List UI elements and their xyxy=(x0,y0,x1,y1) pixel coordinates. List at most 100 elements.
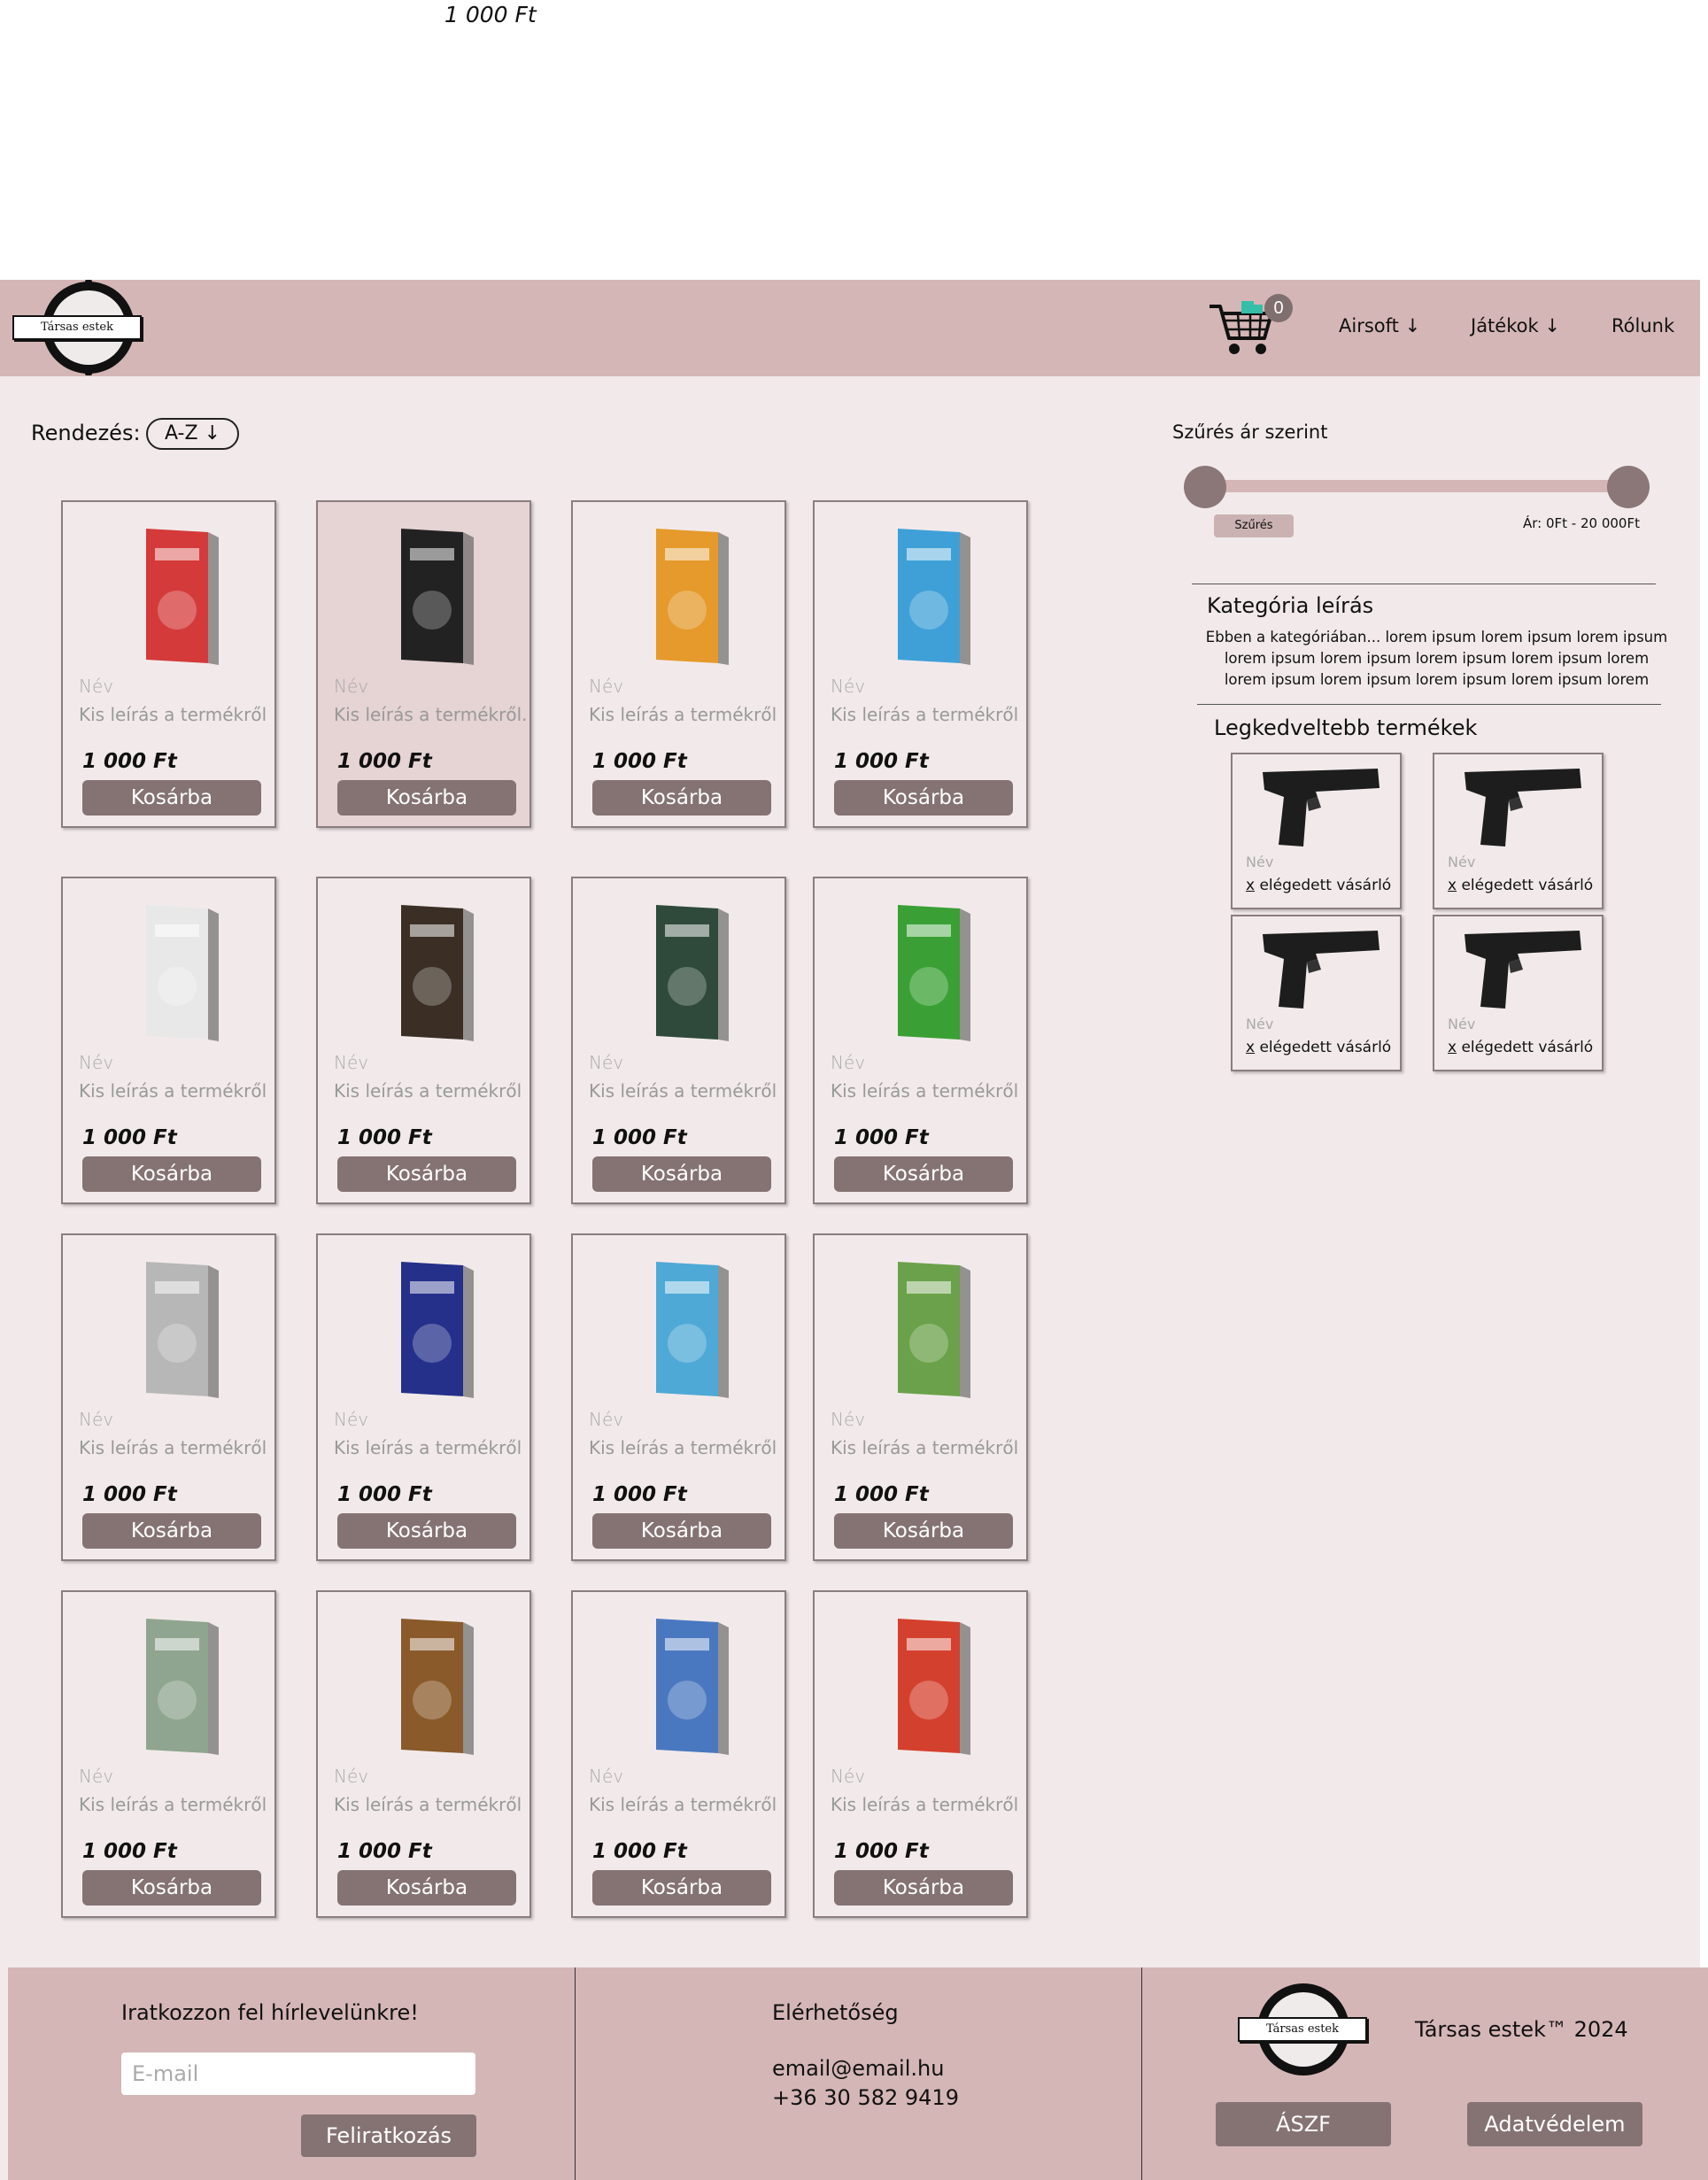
add-to-cart-button[interactable]: Kosárba xyxy=(337,780,516,816)
add-to-cart-button[interactable]: Kosárba xyxy=(592,780,771,816)
product-card[interactable]: Név Kis leírás a termékről 1 000 Ft Kosárba xyxy=(571,1233,786,1561)
product-card[interactable]: Név Kis leírás a termékről 1 000 Ft Kosárba xyxy=(571,877,786,1204)
popular-product-name: Név xyxy=(1448,854,1476,870)
product-card[interactable]: Név Kis leírás a termékről 1 000 Ft Kosárba xyxy=(61,877,276,1204)
satisfied-label: elégedett vásárló xyxy=(1255,1039,1392,1056)
product-image[interactable] xyxy=(84,522,257,670)
nav-rolunk[interactable]: Rólunk xyxy=(1611,315,1674,336)
price-slider-max-handle[interactable] xyxy=(1607,466,1650,508)
product-image[interactable] xyxy=(594,1612,767,1760)
price-slider-min-handle[interactable] xyxy=(1184,466,1226,508)
pistol-image xyxy=(1465,769,1581,846)
product-image[interactable] xyxy=(836,898,1009,1047)
add-to-cart-button[interactable]: Kosárba xyxy=(834,780,1013,816)
product-card[interactable]: Név Kis leírás a termékről 1 000 Ft Kosárba xyxy=(61,1233,276,1561)
product-image[interactable] xyxy=(594,898,767,1047)
product-image[interactable] xyxy=(836,1255,1009,1403)
arrow-down-icon: ↓ xyxy=(1544,315,1560,336)
add-to-cart-button[interactable]: Kosárba xyxy=(82,780,261,816)
contact-info: email@email.hu +36 30 582 9419 xyxy=(772,2054,959,2113)
product-card[interactable]: Név Kis leírás a termékről 1 000 Ft Kosárba xyxy=(316,877,531,1204)
product-image[interactable] xyxy=(339,1255,512,1403)
popular-product-name: Név xyxy=(1448,1016,1476,1032)
product-price: 1 000 Ft xyxy=(592,750,687,773)
contact-email: email@email.hu xyxy=(772,2056,945,2081)
product-name: Név xyxy=(589,1052,624,1073)
sort-dropdown[interactable]: A-Z ↓ xyxy=(146,418,239,450)
subscribe-button[interactable]: Feliratkozás xyxy=(301,2114,476,2157)
product-description: Kis leírás a termékről xyxy=(831,1794,1019,1815)
product-name: Név xyxy=(589,676,624,697)
contact-title: Elérhetőség xyxy=(772,2000,899,2025)
product-card[interactable]: Név Kis leírás a termékről 1 000 Ft Kosárba xyxy=(316,1233,531,1561)
footer-logo[interactable]: Társas estek xyxy=(1236,1982,1371,2077)
product-name: Név xyxy=(831,1409,866,1430)
product-description: Kis leírás a termékről xyxy=(589,1794,777,1815)
product-card[interactable]: Név Kis leírás a termékről 1 000 Ft Kosárba xyxy=(316,1590,531,1918)
product-card[interactable]: Név Kis leírás a termékről 1 000 Ft Kosárba xyxy=(813,1590,1028,1918)
satisfied-label: elégedett vásárló xyxy=(1457,1039,1594,1056)
product-price: 1 000 Ft xyxy=(834,750,929,773)
product-price: 1 000 Ft xyxy=(82,1483,177,1506)
product-image[interactable] xyxy=(339,1612,512,1760)
add-to-cart-button[interactable]: Kosárba xyxy=(337,1156,516,1192)
add-to-cart-button[interactable]: Kosárba xyxy=(82,1513,261,1549)
aszf-button[interactable]: ÁSZF xyxy=(1216,2102,1391,2146)
nav-airsoft[interactable]: Airsoft ↓ xyxy=(1339,315,1420,336)
satisfied-count: x xyxy=(1448,1039,1457,1056)
contact-phone: +36 30 582 9419 xyxy=(772,2085,959,2110)
newsletter-email-input[interactable]: E-mail xyxy=(121,2052,475,2095)
category-description: Ebben a kategóriában... lorem ipsum lore… xyxy=(1205,629,1668,688)
add-to-cart-button[interactable]: Kosárba xyxy=(592,1156,771,1192)
pistol-image xyxy=(1465,931,1581,1009)
add-to-cart-button[interactable]: Kosárba xyxy=(337,1870,516,1906)
product-card[interactable]: Név Kis leírás a termékről 1 000 Ft Kosárba xyxy=(61,500,276,828)
product-image[interactable] xyxy=(594,522,767,670)
product-price: 1 000 Ft xyxy=(592,1126,687,1149)
product-description: Kis leírás a termékről xyxy=(334,1794,522,1815)
product-price: 1 000 Ft xyxy=(82,1840,177,1863)
product-image[interactable] xyxy=(339,898,512,1047)
product-description: Kis leírás a termékről xyxy=(831,1080,1019,1102)
product-image[interactable] xyxy=(836,522,1009,670)
product-description: Kis leírás a termékről xyxy=(79,704,267,725)
add-to-cart-button[interactable]: Kosárba xyxy=(834,1156,1013,1192)
product-name: Név xyxy=(831,1766,866,1787)
product-image[interactable] xyxy=(84,898,257,1047)
add-to-cart-button[interactable]: Kosárba xyxy=(834,1513,1013,1549)
site-logo[interactable]: Társas estek xyxy=(11,280,145,375)
product-name: Név xyxy=(79,676,114,697)
product-name: Név xyxy=(831,1052,866,1073)
product-card[interactable]: Név Kis leírás a termékről 1 000 Ft Kosárba xyxy=(813,877,1028,1204)
add-to-cart-button[interactable]: Kosárba xyxy=(834,1870,1013,1906)
product-image[interactable] xyxy=(84,1612,257,1760)
newsletter-title: Iratkozzon fel hírlevelünkre! xyxy=(121,2000,419,2025)
add-to-cart-button[interactable]: Kosárba xyxy=(592,1513,771,1549)
add-to-cart-button[interactable]: Kosárba xyxy=(82,1870,261,1906)
popular-product-card[interactable]: Név x elégedett vásárló xyxy=(1433,753,1604,909)
product-card[interactable]: Név Kis leírás a termékről 1 000 Ft Kosárba xyxy=(813,1233,1028,1561)
product-image[interactable] xyxy=(339,522,512,670)
product-card[interactable]: Név Kis leírás a termékről 1 000 Ft Kosárba xyxy=(61,1590,276,1918)
popular-product-card[interactable]: Név x elégedett vásárló xyxy=(1433,915,1604,1071)
add-to-cart-button[interactable]: Kosárba xyxy=(82,1156,261,1192)
product-price: 1 000 Ft xyxy=(834,1840,929,1863)
product-card[interactable]: Név Kis leírás a termékről 1 000 Ft Kosárba xyxy=(571,1590,786,1918)
privacy-button[interactable]: Adatvédelem xyxy=(1467,2102,1642,2146)
product-card[interactable]: Név Kis leírás a termékről 1 000 Ft Kosárba xyxy=(571,500,786,828)
category-title: Kategória leírás xyxy=(1207,593,1374,618)
product-card[interactable]: Név Kis leírás a termékről 1 000 Ft Kosárba xyxy=(813,500,1028,828)
price-slider-track[interactable] xyxy=(1204,480,1629,492)
product-image[interactable] xyxy=(836,1612,1009,1760)
product-card[interactable]: Név Kis leírás a termékről. 1 000 Ft Kosárb… xyxy=(316,500,531,828)
filter-button[interactable]: Szűrés xyxy=(1214,514,1294,537)
add-to-cart-button[interactable]: Kosárba xyxy=(592,1870,771,1906)
popular-product-card[interactable]: Név x elégedett vásárló xyxy=(1231,753,1402,909)
product-description: Kis leírás a termékről xyxy=(831,704,1019,725)
product-image[interactable] xyxy=(594,1255,767,1403)
popular-product-card[interactable]: Név x elégedett vásárló xyxy=(1231,915,1402,1071)
add-to-cart-button[interactable]: Kosárba xyxy=(337,1513,516,1549)
product-image[interactable] xyxy=(84,1255,257,1403)
product-price: 1 000 Ft xyxy=(337,1126,432,1149)
nav-jatekok[interactable]: Játékok ↓ xyxy=(1471,315,1560,336)
